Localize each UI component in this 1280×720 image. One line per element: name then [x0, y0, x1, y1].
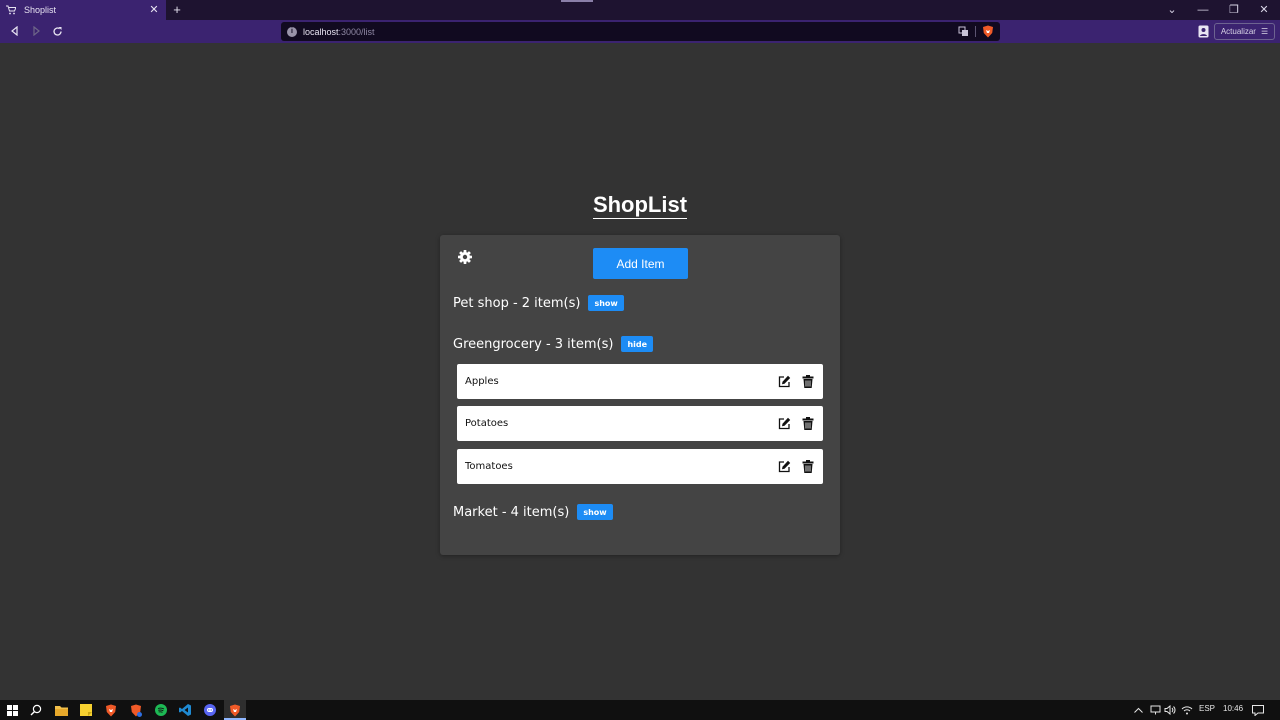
close-window-button[interactable]: ✕ [1256, 2, 1272, 18]
group-title: Pet shop - 2 item(s) [453, 295, 581, 311]
show-items-button[interactable]: show [577, 504, 613, 520]
item-name: Tomatoes [465, 461, 513, 472]
minimize-button[interactable]: — [1195, 2, 1211, 18]
language-indicator[interactable]: ESP [1199, 704, 1215, 713]
wifi-icon[interactable] [1180, 703, 1194, 717]
reload-icon [52, 26, 62, 36]
group-title: Market - 4 item(s) [453, 504, 570, 520]
trash-icon[interactable] [801, 417, 815, 431]
menu-icon: ☰ [1260, 27, 1269, 36]
item-name: Potatoes [465, 418, 509, 429]
vscode-icon[interactable] [178, 703, 192, 717]
hide-items-button[interactable]: hide [621, 336, 654, 352]
notifications-icon[interactable] [1251, 703, 1265, 717]
back-button[interactable] [7, 23, 23, 39]
network-drive-icon[interactable] [1148, 703, 1162, 717]
settings-gear-icon[interactable] [457, 249, 473, 265]
browser-tab-shoplist[interactable]: Shoplist ✕ [0, 0, 166, 20]
group-header-greengrocery: Greengrocery - 3 item(s) hide [453, 334, 654, 354]
tab-close-icon[interactable]: ✕ [148, 4, 160, 16]
sticky-notes-icon[interactable] [79, 703, 93, 717]
tab-title: Shoplist [24, 5, 57, 15]
trash-icon[interactable] [801, 460, 815, 474]
trash-icon[interactable] [801, 375, 815, 389]
list-item: Tomatoes [457, 449, 823, 484]
reload-button[interactable] [49, 23, 65, 39]
tab-strip-handle [561, 0, 593, 2]
new-tab-button[interactable]: + [170, 2, 184, 18]
cart-icon [6, 5, 16, 15]
tray-chevron-up-icon[interactable] [1131, 703, 1145, 717]
browser-tab-bar: Shoplist ✕ + ⌄ — ❐ ✕ [0, 0, 1280, 20]
browser-toolbar: i localhost:3000/list Actualizar ☰ [0, 20, 1280, 43]
address-bar[interactable]: i localhost:3000/list [281, 22, 1000, 41]
brave-browser-active-icon[interactable] [228, 703, 242, 717]
app-title-text: ShopList [592, 192, 688, 219]
page-title: ShopList [0, 193, 1280, 219]
group-title: Greengrocery - 3 item(s) [453, 336, 614, 352]
tab-list-chevron-icon[interactable]: ⌄ [1164, 2, 1180, 18]
brave-shield-icon[interactable] [982, 25, 994, 38]
brave-beta-icon[interactable] [129, 703, 143, 717]
group-header-pet-shop: Pet shop - 2 item(s) show [453, 293, 624, 313]
address-bar-divider [975, 26, 976, 37]
forward-button[interactable] [28, 23, 44, 39]
back-arrow-icon [11, 26, 18, 36]
item-name: Apples [465, 376, 499, 387]
restore-button[interactable]: ❐ [1226, 2, 1242, 18]
group-header-market: Market - 4 item(s) show [453, 502, 613, 522]
forward-arrow-icon [33, 26, 40, 36]
update-browser-button[interactable]: Actualizar ☰ [1214, 23, 1275, 40]
volume-icon[interactable] [1163, 703, 1177, 717]
url-text: localhost:3000/list [303, 26, 375, 37]
profile-icon [1198, 25, 1208, 37]
spotify-icon[interactable] [154, 703, 168, 717]
windows-start-icon[interactable] [5, 703, 19, 717]
list-item: Apples [457, 364, 823, 399]
search-icon[interactable] [29, 703, 43, 717]
show-items-button[interactable]: show [588, 295, 624, 311]
taskbar: ESP 10:46 [0, 700, 1280, 720]
site-info-icon[interactable]: i [287, 26, 297, 37]
list-item: Potatoes [457, 406, 823, 441]
update-label: Actualizar [1220, 27, 1256, 36]
edit-icon[interactable] [777, 417, 791, 431]
brave-browser-icon[interactable] [104, 703, 118, 717]
clock[interactable]: 10:46 [1223, 704, 1243, 713]
discord-icon[interactable] [203, 703, 217, 717]
translate-icon[interactable] [958, 26, 969, 37]
file-explorer-icon[interactable] [54, 703, 68, 717]
shoplist-card: Add Item Pet shop - 2 item(s) show Green… [440, 235, 840, 555]
add-item-button[interactable]: Add Item [593, 248, 688, 279]
profile-button[interactable] [1197, 24, 1209, 38]
edit-icon[interactable] [777, 375, 791, 389]
edit-icon[interactable] [777, 460, 791, 474]
